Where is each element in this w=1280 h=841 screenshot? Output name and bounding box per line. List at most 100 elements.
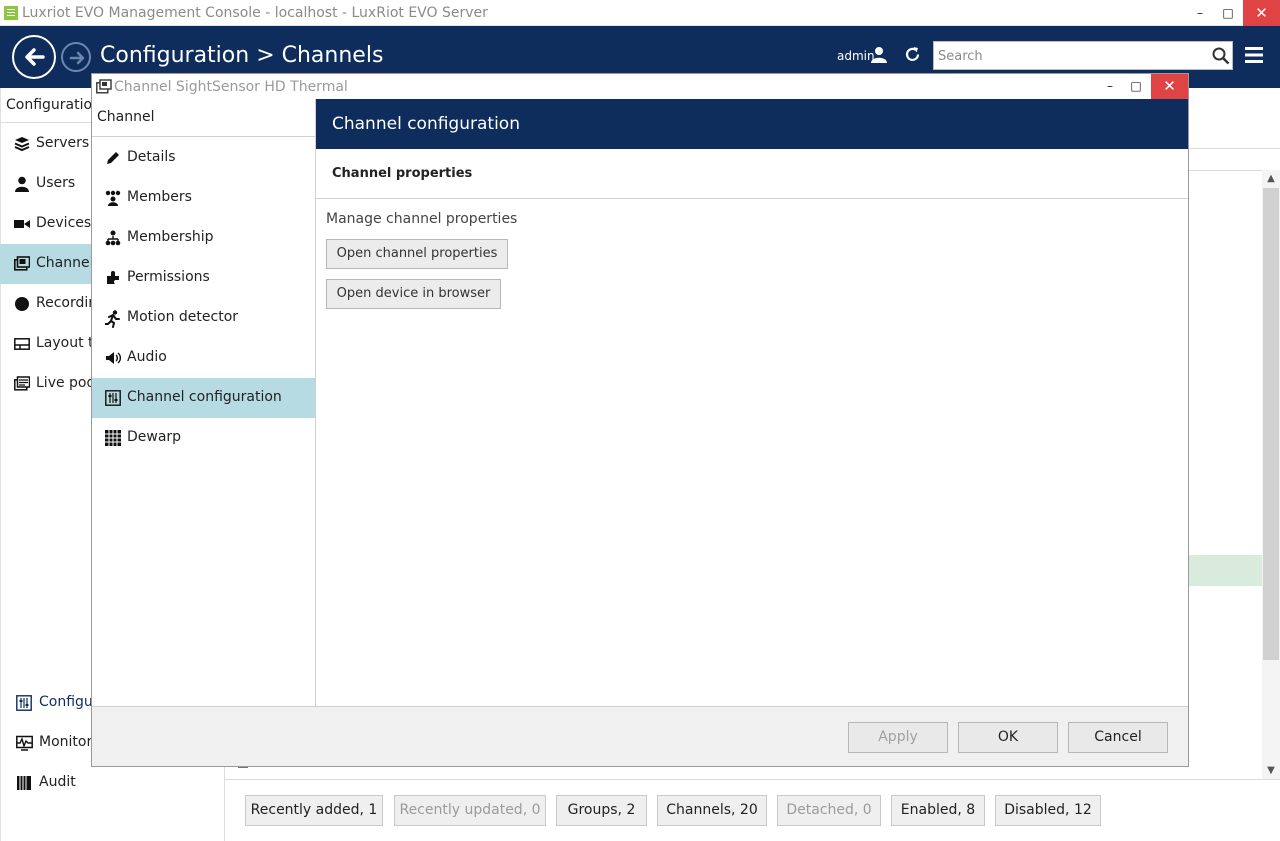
dialog-item-audio[interactable]: Audio	[92, 338, 315, 378]
dialog-item-membership[interactable]: Membership	[92, 218, 315, 258]
back-button[interactable]	[12, 35, 56, 79]
app-icon	[4, 6, 18, 20]
filter-groups[interactable]: Groups, 2	[556, 795, 647, 826]
dialog-item-label: Audio	[127, 349, 167, 365]
sidebar-item-recording[interactable]: Recording	[0, 284, 106, 324]
filter-detached[interactable]: Detached, 0	[777, 795, 881, 826]
dialog-item-motion-detector[interactable]: Motion detector	[92, 298, 315, 338]
dialog-item-details[interactable]: Details	[92, 138, 315, 178]
camera-icon	[14, 220, 30, 228]
dialog-item-permissions[interactable]: Permissions	[92, 258, 315, 298]
dialog-item-members[interactable]: Members	[92, 178, 315, 218]
dialog-item-label: Motion detector	[127, 309, 239, 325]
permissions-icon	[107, 271, 119, 284]
arrow-right-icon	[69, 51, 85, 65]
sidebar-item-label: Users	[36, 175, 76, 191]
filter-recently-added[interactable]: Recently added, 1	[245, 795, 383, 826]
scrollbar-thumb[interactable]	[1263, 188, 1279, 660]
bottom-nav-configuration[interactable]: Configur	[0, 683, 99, 723]
window-titlebar: Luxriot EVO Management Console - localho…	[0, 0, 1280, 26]
speaker-icon	[106, 352, 121, 364]
sidebar-item-devices[interactable]: Devices	[0, 204, 92, 244]
scroll-up-icon[interactable]: ▲	[1262, 170, 1280, 188]
dialog-titlebar: Channel SightSensor HD Thermal – □ ✕	[92, 74, 1188, 99]
scroll-down-icon[interactable]: ▼	[1262, 762, 1280, 780]
sidebar-header-label: Channel	[97, 109, 155, 125]
channel-icon	[14, 256, 30, 271]
live-icon	[14, 376, 30, 391]
sidebar-item-label: Devices	[36, 215, 92, 231]
panel-divider	[224, 766, 225, 841]
sidebar-item-channels[interactable]: Channels	[0, 244, 101, 284]
bottom-nav-monitoring[interactable]: Monitorin	[0, 723, 105, 763]
pencil-icon	[107, 152, 119, 164]
dialog-minimize-button[interactable]: –	[1098, 74, 1122, 99]
section-divider	[316, 198, 1188, 199]
open-channel-properties-button[interactable]: Open channel properties	[326, 239, 508, 269]
filter-disabled[interactable]: Disabled, 12	[995, 795, 1101, 826]
bottom-nav-label: Configur	[39, 694, 99, 710]
sidebar-item-users[interactable]: Users	[0, 164, 92, 204]
user-icon	[15, 176, 29, 192]
menu-icon[interactable]	[1245, 47, 1263, 63]
bottom-nav-label: Audit	[39, 774, 76, 790]
search-icon[interactable]	[1212, 47, 1230, 65]
layout-icon	[14, 338, 30, 350]
content-divider	[1188, 148, 1280, 149]
dialog-sidebar-header: Channel	[92, 99, 315, 137]
page-title: Configuration > Channels	[100, 43, 384, 68]
dialog-title: Channel SightSensor HD Thermal	[114, 79, 348, 95]
arrow-left-icon	[25, 48, 45, 66]
main-header-title: Channel configuration	[332, 114, 520, 134]
bottom-nav-audit[interactable]: Audit	[0, 763, 92, 803]
channel-dialog: Channel SightSensor HD Thermal – □ ✕ Cha…	[91, 73, 1189, 767]
dialog-sidebar: Channel Details Members Membership Permi…	[92, 99, 316, 706]
dialog-item-dewarp[interactable]: Dewarp	[92, 418, 315, 458]
audit-icon	[17, 776, 31, 790]
window-title: Luxriot EVO Management Console - localho…	[22, 5, 488, 21]
dialog-maximize-button[interactable]: □	[1124, 74, 1148, 99]
dewarp-icon	[105, 430, 121, 446]
refresh-icon[interactable]	[904, 46, 921, 63]
forward-button[interactable]	[61, 42, 91, 72]
cancel-button[interactable]: Cancel	[1068, 722, 1168, 753]
user-name[interactable]: admin	[837, 49, 875, 63]
dialog-item-label: Membership	[127, 229, 214, 245]
dialog-item-label: Details	[127, 149, 176, 165]
dialog-footer: Apply OK Cancel	[92, 706, 1188, 766]
dialog-item-label: Members	[127, 189, 192, 205]
dialog-main: Channel configuration Channel properties…	[316, 99, 1188, 706]
dialog-item-channel-configuration[interactable]: Channel configuration	[92, 378, 315, 418]
search-input[interactable]	[938, 46, 1198, 66]
filter-enabled[interactable]: Enabled, 8	[891, 795, 985, 826]
dialog-item-label: Channel configuration	[127, 389, 282, 405]
members-icon	[105, 190, 121, 206]
channel-config-icon	[105, 390, 121, 406]
close-button[interactable]: ✕	[1243, 0, 1280, 26]
tab-configuration[interactable]: Configuration	[0, 88, 101, 123]
minimize-button[interactable]: –	[1186, 0, 1214, 26]
open-device-in-browser-button[interactable]: Open device in browser	[326, 279, 501, 309]
maximize-button[interactable]: □	[1214, 0, 1242, 26]
sidebar-item-servers[interactable]: Servers	[0, 124, 92, 164]
dialog-item-label: Permissions	[127, 269, 210, 285]
dialog-close-button[interactable]: ✕	[1151, 74, 1188, 99]
user-icon[interactable]	[871, 46, 887, 63]
monitoring-icon	[16, 735, 33, 751]
filter-recently-updated[interactable]: Recently updated, 0	[394, 795, 546, 826]
section-title: Channel properties	[332, 166, 473, 181]
channel-icon	[96, 79, 112, 94]
filter-bar-divider	[224, 779, 1280, 780]
filter-channels[interactable]: Channels, 20	[657, 795, 767, 826]
manage-label: Manage channel properties	[326, 211, 518, 227]
content-divider	[1188, 170, 1262, 171]
dialog-item-label: Dewarp	[127, 429, 182, 445]
sidebar-item-layout-templates[interactable]: Layout te	[0, 324, 102, 364]
record-icon	[15, 297, 29, 311]
motion-icon	[105, 310, 120, 328]
ok-button[interactable]: OK	[958, 722, 1058, 753]
sidebar-item-live-podcasts[interactable]: Live podc	[0, 364, 103, 404]
table-row[interactable]	[1188, 555, 1262, 586]
apply-button[interactable]: Apply	[848, 722, 948, 753]
search-box[interactable]	[933, 41, 1233, 70]
